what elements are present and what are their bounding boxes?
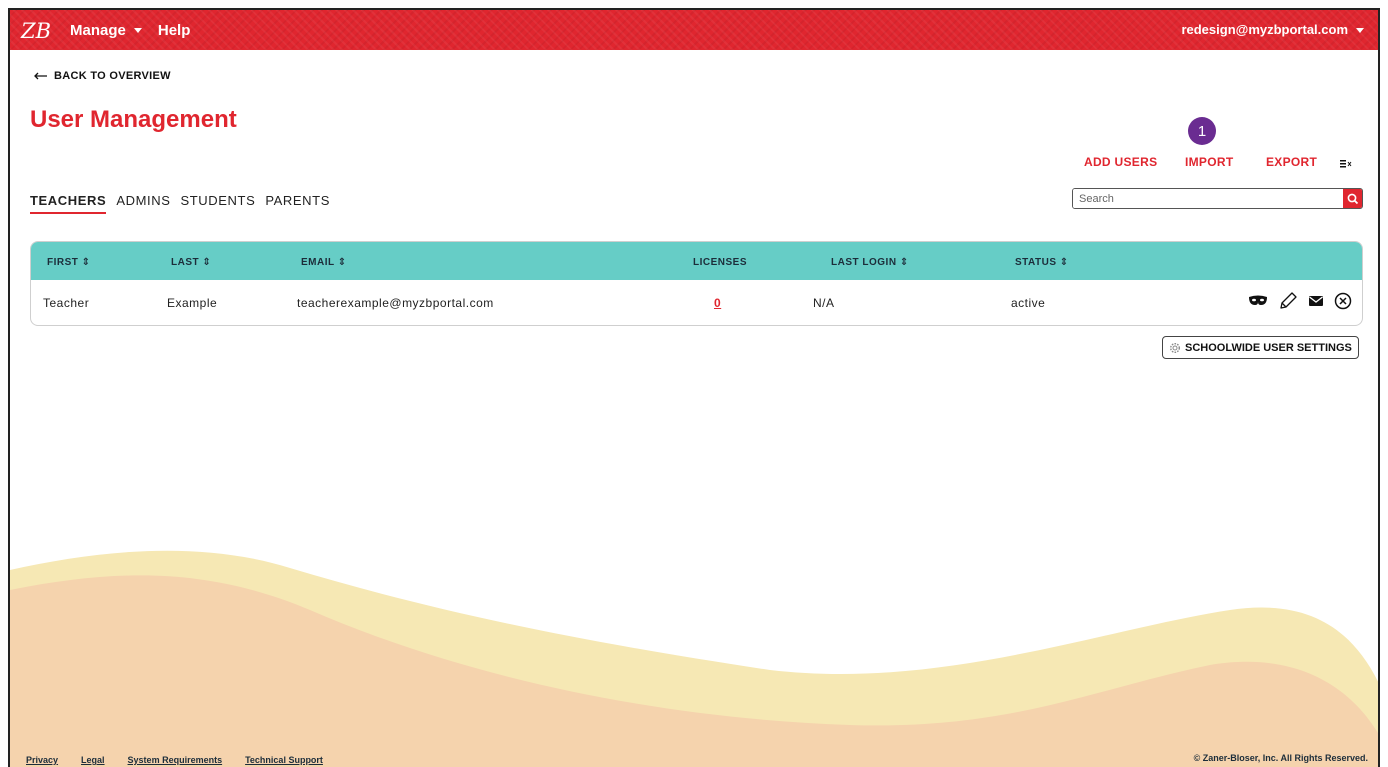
cell-last-login: N/A xyxy=(813,296,835,310)
search-input[interactable] xyxy=(1073,189,1343,208)
user-type-tabs: TEACHERS ADMINS STUDENTS PARENTS xyxy=(30,193,340,214)
cell-status: active xyxy=(1011,296,1046,310)
tab-parents[interactable]: PARENTS xyxy=(265,193,330,214)
table-row: Teacher Example teacherexample@myzbporta… xyxy=(31,280,1362,325)
settings-button-label: SCHOOLWIDE USER SETTINGS xyxy=(1185,341,1352,354)
top-nav-bar: ZB Manage Help redesign@myzbportal.com xyxy=(10,10,1378,50)
decorative-wave-background xyxy=(10,550,1378,767)
back-to-overview-link[interactable]: BACK TO OVERVIEW xyxy=(34,70,171,82)
column-header-licenses: LICENSES xyxy=(693,257,748,268)
users-table: FIRST ⇕ LAST ⇕ EMAIL ⇕ LICENSES LAST LOG… xyxy=(30,241,1363,326)
column-header-status[interactable]: STATUS ⇕ xyxy=(1015,257,1069,268)
footer-links: Privacy Legal System Requirements Techni… xyxy=(26,755,323,765)
column-header-email[interactable]: EMAIL ⇕ xyxy=(301,257,347,268)
page-title: User Management xyxy=(30,106,237,133)
tab-admins[interactable]: ADMINS xyxy=(116,193,170,214)
cell-email: teacherexample@myzbportal.com xyxy=(297,296,494,310)
column-header-last[interactable]: LAST ⇕ xyxy=(171,257,211,268)
cell-licenses-link[interactable]: 0 xyxy=(714,296,721,310)
remove-circle-x-icon[interactable] xyxy=(1334,292,1352,310)
svg-text:ZB: ZB xyxy=(20,19,51,43)
footer-link-privacy[interactable]: Privacy xyxy=(26,755,58,765)
search-box xyxy=(1072,188,1363,209)
footer-link-legal[interactable]: Legal xyxy=(81,755,105,765)
impersonate-mask-icon[interactable] xyxy=(1248,295,1268,307)
arrow-left-icon xyxy=(34,72,47,80)
edit-pencil-icon[interactable] xyxy=(1278,291,1298,311)
sort-icon: ⇕ xyxy=(899,257,909,268)
app-window: ZB Manage Help redesign@myzbportal.com B… xyxy=(8,8,1380,767)
column-header-first[interactable]: FIRST ⇕ xyxy=(47,257,91,268)
nav-help-label: Help xyxy=(157,21,191,39)
sort-icon: ⇕ xyxy=(1059,257,1069,268)
nav-manage-label: Manage xyxy=(70,21,126,39)
schoolwide-user-settings-button[interactable]: SCHOOLWIDE USER SETTINGS xyxy=(1162,336,1359,359)
user-email: redesign@myzbportal.com xyxy=(1181,22,1348,37)
user-account-menu[interactable]: redesign@myzbportal.com xyxy=(1181,22,1364,37)
tab-students[interactable]: STUDENTS xyxy=(180,193,255,214)
search-button[interactable] xyxy=(1343,189,1362,208)
chevron-down-icon xyxy=(1356,27,1364,33)
email-envelope-icon[interactable] xyxy=(1308,295,1324,307)
sort-icon: ⇕ xyxy=(81,257,91,268)
import-button[interactable]: IMPORT xyxy=(1185,155,1233,169)
chevron-down-icon xyxy=(133,28,142,33)
column-settings-icon[interactable] xyxy=(1340,156,1352,174)
export-button[interactable]: EXPORT xyxy=(1266,155,1317,169)
copyright-text: © Zaner-Bloser, Inc. All Rights Reserved… xyxy=(1193,753,1368,763)
back-link-label: BACK TO OVERVIEW xyxy=(54,70,171,82)
row-actions xyxy=(1248,291,1352,311)
sort-icon: ⇕ xyxy=(202,257,212,268)
footer-link-technical-support[interactable]: Technical Support xyxy=(245,755,323,765)
zb-logo[interactable]: ZB xyxy=(20,16,54,44)
nav-manage[interactable]: Manage xyxy=(70,22,142,39)
step-badge: 1 xyxy=(1188,117,1216,145)
nav-help[interactable]: Help xyxy=(158,22,191,39)
cell-last: Example xyxy=(167,296,218,310)
table-header: FIRST ⇕ LAST ⇕ EMAIL ⇕ LICENSES LAST LOG… xyxy=(31,242,1362,280)
footer-link-system-requirements[interactable]: System Requirements xyxy=(128,755,223,765)
gear-icon xyxy=(1169,342,1181,353)
search-icon xyxy=(1347,193,1358,204)
cell-first: Teacher xyxy=(43,296,90,310)
column-header-last-login[interactable]: LAST LOGIN ⇕ xyxy=(831,257,909,268)
sort-icon: ⇕ xyxy=(337,257,347,268)
add-users-button[interactable]: ADD USERS xyxy=(1084,155,1157,169)
tab-teachers[interactable]: TEACHERS xyxy=(30,193,107,214)
